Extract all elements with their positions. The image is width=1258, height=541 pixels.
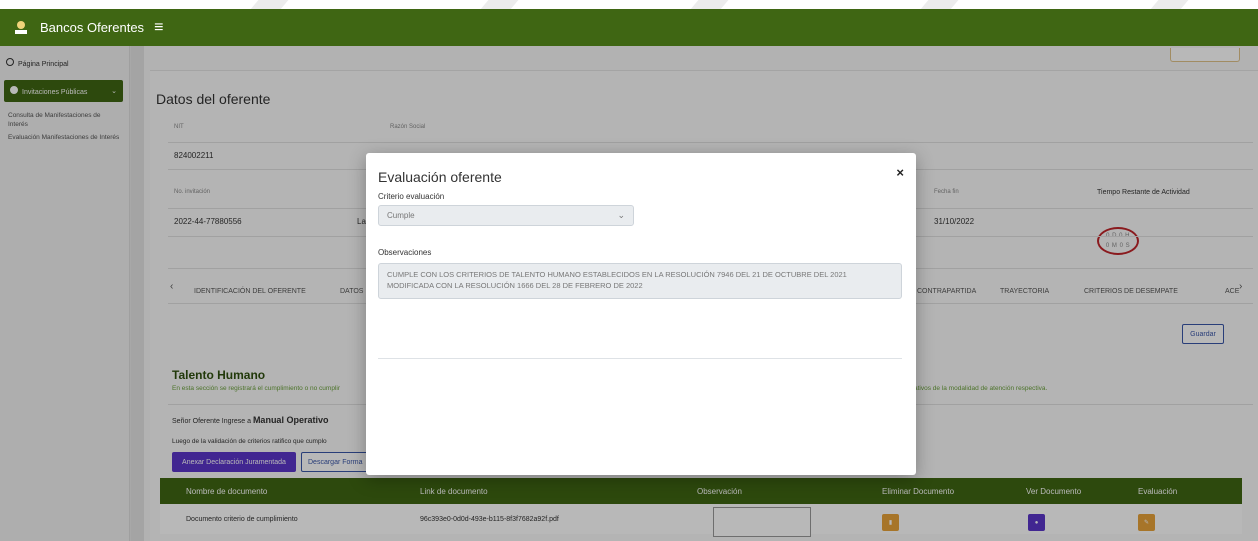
decorative-stripe — [224, 0, 306, 9]
observaciones-textarea[interactable]: CUMPLE CON LOS CRITERIOS DE TALENTO HUMA… — [378, 263, 902, 299]
chevron-down-icon: ⌄ — [617, 210, 625, 220]
top-strip — [0, 0, 1258, 9]
app-title: Bancos Oferentes — [40, 20, 145, 35]
criterio-selected-value: Cumple — [387, 211, 415, 220]
observaciones-label: Observaciones — [378, 248, 432, 257]
decorative-stripe — [664, 0, 746, 9]
modal-title: Evaluación oferente — [378, 169, 502, 185]
close-icon[interactable]: × — [896, 165, 904, 180]
criterio-label: Criterio evaluación — [378, 192, 445, 201]
decorative-stripe — [894, 0, 976, 9]
evaluation-modal: Evaluación oferente × Criterio evaluació… — [366, 153, 916, 475]
app-header: Bancos Oferentes ≡ — [0, 9, 1258, 46]
app-logo — [15, 20, 27, 34]
criterio-select[interactable]: Cumple ⌄ — [378, 205, 634, 226]
modal-divider — [378, 358, 902, 359]
decorative-stripe — [1124, 0, 1206, 9]
hamburger-icon[interactable]: ≡ — [154, 19, 163, 36]
decorative-stripe — [454, 0, 536, 9]
